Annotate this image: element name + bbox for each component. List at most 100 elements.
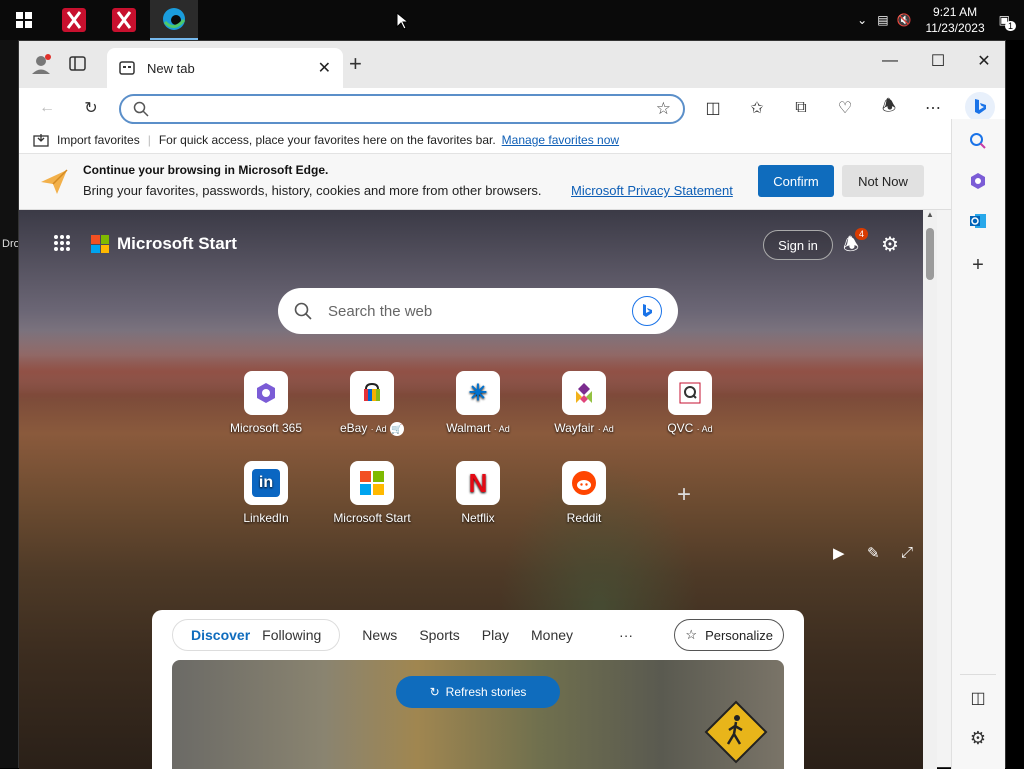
pdf-app-icon (62, 8, 86, 32)
edge-sidebar: + ◫ ⚙ (951, 119, 1005, 769)
search-placeholder: Search the web (328, 302, 433, 320)
tab-news[interactable]: News (362, 627, 397, 643)
settings-more-button[interactable]: ⋯ (921, 96, 945, 120)
refresh-icon: ↻ (84, 100, 98, 117)
minimize-button[interactable]: — (867, 41, 913, 81)
refresh-label: Refresh stories (445, 685, 527, 699)
taskbar-app-pdf-1[interactable] (50, 0, 98, 40)
taskbar: ⌄ ▤ 🔇 9:21 AM 11/23/2023 ▣ 1 (0, 0, 1024, 40)
maximize-icon: ☐ (930, 53, 946, 70)
split-screen-icon: ◫ (705, 100, 721, 117)
play-icon: ▶ (833, 545, 845, 562)
import-favorites-link[interactable]: Import favorites (57, 133, 140, 147)
quicklink-microsoft-365[interactable]: Microsoft 365 (213, 371, 319, 435)
notification-center-icon[interactable]: ▣ 1 (999, 13, 1016, 31)
microsoft-365-icon (244, 371, 288, 415)
edit-background-button[interactable]: ✎ (867, 544, 880, 562)
tab-discover[interactable]: Discover (191, 627, 250, 643)
new-tab-button[interactable]: + (349, 51, 362, 77)
tile-label: Netflix (461, 511, 495, 525)
address-input[interactable] (159, 101, 656, 117)
pdf-app-icon (112, 8, 136, 32)
more-tabs-button[interactable]: ··· (619, 627, 633, 643)
chevron-up-icon[interactable]: ⌄ (857, 13, 867, 27)
netflix-icon: N (456, 461, 500, 505)
maximize-button[interactable]: ☐ (915, 41, 961, 81)
play-background-button[interactable]: ▶ (833, 544, 845, 562)
sidebar-search-button[interactable] (966, 129, 990, 153)
refresh-button[interactable]: ↻ (79, 96, 103, 120)
close-tab-icon[interactable]: ✕ (318, 58, 331, 78)
bell-icon: 🕭 (881, 97, 897, 115)
tab-following[interactable]: Following (262, 627, 321, 643)
quicklink-reddit[interactable]: Reddit (531, 461, 637, 525)
browser-essentials-button[interactable]: ♡ (833, 96, 857, 120)
system-tray: ⌄ ▤ 🔇 9:21 AM 11/23/2023 ▣ 1 (857, 0, 1024, 40)
story-card-image[interactable]: ↻ Refresh stories (172, 660, 784, 769)
tab-new-tab[interactable]: New tab ✕ (107, 48, 343, 88)
split-screen-button[interactable]: ◫ (701, 96, 725, 120)
tab-money[interactable]: Money (531, 627, 573, 643)
manage-favorites-link[interactable]: Manage favorites now (502, 133, 619, 147)
sign-in-button[interactable]: Sign in (763, 230, 833, 260)
tab-sports[interactable]: Sports (419, 627, 459, 643)
not-now-button[interactable]: Not Now (842, 165, 924, 197)
taskbar-app-edge[interactable] (150, 0, 198, 40)
microsoft-start-logo[interactable]: Microsoft Start (91, 234, 237, 254)
back-button[interactable]: ← (35, 96, 59, 120)
sidebar-settings-button[interactable]: ⚙ (966, 726, 990, 750)
start-button[interactable] (0, 0, 48, 40)
personalize-button[interactable]: ☆ Personalize (674, 619, 784, 651)
collections-button[interactable]: ⧉ (789, 96, 813, 120)
edge-icon (163, 8, 186, 30)
web-search-box[interactable]: Search the web (278, 288, 678, 334)
profile-avatar[interactable] (31, 53, 53, 80)
quicklink-linkedin[interactable]: in LinkedIn (213, 461, 319, 525)
quicklink-microsoft-start[interactable]: Microsoft Start (319, 461, 425, 525)
mouse-cursor-icon (396, 12, 408, 30)
linkedin-icon: in (244, 461, 288, 505)
bing-chat-button[interactable] (632, 296, 662, 326)
add-shortcut-button[interactable]: + (677, 481, 691, 509)
refresh-icon: ↻ (429, 685, 440, 699)
copilot-button[interactable] (965, 92, 995, 122)
pedestrian-sign-icon (704, 700, 768, 764)
sidebar-outlook-button[interactable] (966, 209, 990, 233)
hide-sidebar-button[interactable]: ◫ (966, 686, 990, 710)
page-scrollbar[interactable]: ▲ (923, 210, 937, 769)
outlook-icon (970, 214, 986, 228)
taskbar-app-pdf-2[interactable] (100, 0, 148, 40)
app-grid-icon (54, 235, 70, 251)
favorites-button[interactable]: ✩ (745, 96, 769, 120)
sidebar-add-button[interactable]: + (966, 253, 990, 277)
add-favorite-star-icon[interactable]: ☆ (656, 99, 671, 119)
ad-badge: · Ad (597, 424, 614, 434)
scrollbar-thumb[interactable] (926, 228, 934, 280)
quicklink-qvc[interactable]: QVC · Ad (637, 371, 743, 435)
shopping-cart-icon: 🛒 (390, 422, 405, 436)
notifications-bell-button[interactable]: 🕭 4 (843, 228, 869, 262)
network-icon[interactable]: ▤ (877, 13, 888, 27)
quicklink-wayfair[interactable]: Wayfair · Ad (531, 371, 637, 435)
quicklink-ebay[interactable]: eBay · Ad 🛒 (319, 371, 425, 436)
address-bar[interactable]: ☆ (119, 94, 685, 124)
expand-background-button[interactable]: ⤢ (901, 544, 913, 561)
quicklink-netflix[interactable]: N Netflix (425, 461, 531, 525)
apps-launcher-button[interactable] (53, 234, 71, 257)
tab-play[interactable]: Play (482, 627, 509, 643)
notification-count: 1 (1004, 21, 1016, 31)
quicklink-walmart[interactable]: ✳ Walmart · Ad (425, 371, 531, 435)
scroll-up-icon[interactable]: ▲ (923, 210, 937, 219)
ad-badge: · Ad (493, 424, 510, 434)
notification-badge: 4 (855, 228, 869, 240)
confirm-button[interactable]: Confirm (758, 165, 834, 197)
clock[interactable]: 9:21 AM 11/23/2023 (925, 4, 984, 36)
notifications-button[interactable]: 🕭 (877, 96, 901, 120)
refresh-stories-button[interactable]: ↻ Refresh stories (396, 676, 560, 708)
sidebar-m365-button[interactable] (966, 169, 990, 193)
privacy-statement-link[interactable]: Microsoft Privacy Statement (571, 183, 733, 198)
close-window-button[interactable]: ✕ (961, 41, 1007, 81)
volume-muted-icon[interactable]: 🔇 (897, 13, 912, 27)
page-settings-button[interactable]: ⚙ (881, 232, 899, 257)
tab-actions-button[interactable] (69, 55, 87, 78)
